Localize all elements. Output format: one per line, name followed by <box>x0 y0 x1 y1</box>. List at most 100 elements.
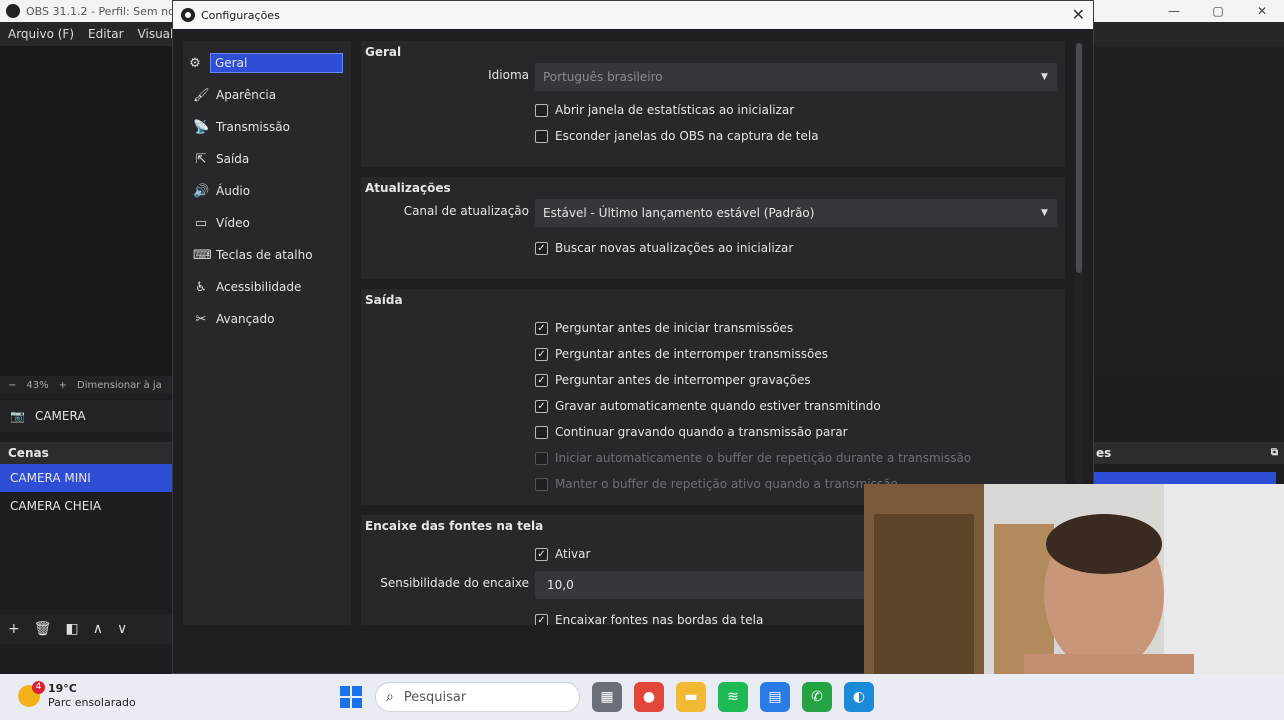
source-bar: 📷 CAMERA <box>0 400 172 432</box>
weather-sun-icon: 4 <box>18 681 45 707</box>
accessibility-icon: ♿ <box>195 279 207 295</box>
checkbox-box[interactable]: ✓ <box>535 347 548 361</box>
taskbar-search[interactable]: ⌕ Pesquisar <box>375 682 580 712</box>
zoom-in-icon[interactable]: + <box>59 380 67 391</box>
checkbox-label: Encaixar fontes nas bordas da tela <box>555 613 764 625</box>
output-option-checkbox[interactable]: ✓ Perguntar antes de interromper transmi… <box>361 341 1065 367</box>
nav-label: Teclas de atalho <box>216 248 313 262</box>
window-controls: — ▢ ✕ <box>1152 0 1284 22</box>
store-icon[interactable]: ▤ <box>760 682 790 712</box>
section-output: Saída ✓ Perguntar antes de iniciar trans… <box>361 289 1065 505</box>
delete-scene-icon[interactable]: 🗑 <box>34 621 52 637</box>
appearance-icon: 🖌 <box>193 87 210 103</box>
weather-temp: 19°C <box>48 682 77 695</box>
nav-item-audio[interactable]: 🔊 Áudio <box>183 175 351 207</box>
hide-windows-checkbox[interactable]: Esconder janelas do OBS na captura de te… <box>361 123 1065 149</box>
nav-item-saida[interactable]: ⇱ Saída <box>183 143 351 175</box>
scene-item[interactable]: CAMERA CHEIA <box>0 492 172 520</box>
source-name: CAMERA <box>34 409 86 423</box>
checkbox-label: Buscar novas atualizações ao inicializar <box>555 241 794 255</box>
nav-label: Aparência <box>216 88 277 102</box>
scene-item[interactable]: CAMERA MINI <box>0 464 172 492</box>
scrollbar-thumb[interactable] <box>1076 43 1082 273</box>
nav-item-teclas[interactable]: ⌨ Teclas de atalho <box>183 239 351 271</box>
weather-widget[interactable]: 4 19°C Parc ensolarado <box>18 681 136 710</box>
obs-logo-icon <box>181 8 195 22</box>
nav-item-video[interactable]: ▭ Vídeo <box>183 207 351 239</box>
channel-value: Estável - Último lançamento estável (Pad… <box>543 206 815 220</box>
maximize-icon[interactable]: ▢ <box>1196 0 1240 22</box>
nav-item-transmissao[interactable]: 📡 Transmissão <box>183 111 351 143</box>
checkbox-label: Iniciar automaticamente o buffer de repe… <box>555 451 972 465</box>
move-down-icon[interactable]: ∨ <box>117 621 127 637</box>
close-window-icon[interactable]: ✕ <box>1240 0 1284 22</box>
zoom-fit-hint[interactable]: Dimensionar à ja <box>77 380 162 391</box>
chrome-icon[interactable]: ● <box>634 682 664 712</box>
nav-label: Acessibilidade <box>216 280 302 294</box>
checkbox-box[interactable]: ✓ <box>535 613 548 625</box>
tools-icon: ✂ <box>195 311 207 327</box>
menu-file[interactable]: Arquivo (F) <box>8 27 74 41</box>
checkbox-box[interactable] <box>535 129 548 143</box>
zoom-level: 43% <box>26 379 49 391</box>
checkbox-box[interactable]: ✓ <box>535 547 548 561</box>
filter-icon[interactable]: ◧ <box>66 621 79 637</box>
checkbox-label: Abrir janela de estatísticas ao iniciali… <box>555 103 795 117</box>
nav-label: Avançado <box>216 312 275 326</box>
language-select[interactable]: Português brasileiro ▼ <box>535 63 1057 91</box>
nav-label: Geral <box>210 53 343 73</box>
nav-item-acessibilidade[interactable]: ♿ Acessibilidade <box>183 271 351 303</box>
checkbox-label: Ativar <box>555 547 591 561</box>
checkbox-box[interactable]: ✓ <box>535 241 548 255</box>
zoom-out-icon[interactable]: − <box>8 380 16 391</box>
checkbox-box[interactable] <box>535 103 548 117</box>
nav-item-avancado[interactable]: ✂ Avançado <box>183 303 351 335</box>
output-option-checkbox[interactable]: Continuar gravando quando a transmissão … <box>361 419 1065 445</box>
gear-icon: ⚙ <box>189 55 201 71</box>
obs-logo-icon <box>6 4 20 18</box>
task-view-icon[interactable]: ▦ <box>592 682 622 712</box>
spotify-icon[interactable]: ≋ <box>718 682 748 712</box>
output-option-checkbox: Iniciar automaticamente o buffer de repe… <box>361 445 1065 471</box>
channel-row: Canal de atualização Estável - Último la… <box>361 199 1065 235</box>
obs-right-area <box>1094 46 1284 376</box>
checkbox-label: Esconder janelas do OBS na captura de te… <box>555 129 819 143</box>
output-option-checkbox[interactable]: ✓ Gravar automaticamente quando estiver … <box>361 393 1065 419</box>
nav-label: Saída <box>216 152 250 166</box>
checkbox-label: Manter o buffer de repetição ativo quand… <box>555 477 898 491</box>
checkbox-box[interactable]: ✓ <box>535 373 548 387</box>
output-icon: ⇱ <box>195 151 207 167</box>
output-option-checkbox[interactable]: ✓ Perguntar antes de iniciar transmissõe… <box>361 315 1065 341</box>
checkbox-label: Perguntar antes de iniciar transmissões <box>555 321 794 335</box>
monitor-icon: ▭ <box>194 215 208 231</box>
checkbox-box[interactable] <box>535 425 548 439</box>
move-up-icon[interactable]: ∧ <box>93 621 103 637</box>
windows-start-icon[interactable] <box>340 686 362 708</box>
channel-select[interactable]: Estável - Último lançamento estável (Pad… <box>535 199 1057 227</box>
nav-item-aparencia[interactable]: 🖌 Aparência <box>183 79 351 111</box>
checkbox-box[interactable]: ✓ <box>535 321 548 335</box>
nav-item-geral[interactable]: ⚙ Geral <box>183 47 351 79</box>
edge-icon[interactable]: ◐ <box>844 682 874 712</box>
checkbox-box <box>535 451 548 465</box>
section-title: Saída <box>365 293 403 307</box>
language-label: Idioma <box>488 68 529 82</box>
right-panel-header: es ⧉ <box>1094 442 1284 464</box>
obs-window-title: OBS 31.1.2 - Perfil: Sem nome <box>26 4 193 18</box>
output-option-checkbox[interactable]: ✓ Perguntar antes de interromper gravaçõ… <box>361 367 1065 393</box>
keyboard-icon: ⌨ <box>193 247 212 263</box>
search-icon: ⌕ <box>386 689 394 705</box>
close-icon[interactable]: ✕ <box>1072 5 1085 24</box>
minimize-icon[interactable]: — <box>1152 0 1196 22</box>
checkbox-box[interactable]: ✓ <box>535 399 548 413</box>
folder-icon[interactable]: ▬ <box>676 682 706 712</box>
sensitivity-label: Sensibilidade do encaixe <box>380 576 529 590</box>
open-stats-checkbox[interactable]: Abrir janela de estatísticas ao iniciali… <box>361 97 1065 123</box>
weather-text: 19°C Parc ensolarado <box>48 682 136 710</box>
undock-icon[interactable]: ⧉ <box>1271 442 1278 464</box>
settings-nav: ⚙ Geral 🖌 Aparência 📡 Transmissão ⇱ Saíd… <box>183 41 351 625</box>
menu-edit[interactable]: Editar <box>88 27 124 41</box>
add-scene-icon[interactable]: + <box>8 621 20 637</box>
whatsapp-icon[interactable]: ✆ <box>802 682 832 712</box>
check-updates-checkbox[interactable]: ✓ Buscar novas atualizações ao inicializ… <box>361 235 1065 261</box>
